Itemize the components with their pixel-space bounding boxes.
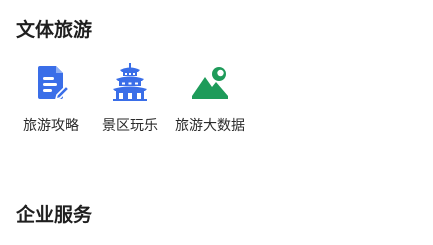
travel-guide-tile[interactable]: 旅游攻略 [11,60,91,135]
tourism-big-data-tile[interactable]: 旅游大数据 [170,60,250,135]
pagoda-landmark-icon [113,63,147,101]
tourism-big-data-label: 旅游大数据 [175,118,245,134]
travel-guide-document-icon [38,66,70,100]
culture-tourism-grid: 旅游攻略 景区玩乐 旅游大数据 [0,60,433,170]
travel-guide-label: 旅游攻略 [23,118,79,134]
section-title-culture-tourism: 文体旅游 [16,19,93,41]
scenic-fun-label: 景区玩乐 [102,118,158,134]
mountain-sun-icon [192,67,228,99]
section-title-enterprise-services: 企业服务 [16,204,93,226]
scenic-fun-tile[interactable]: 景区玩乐 [90,60,170,135]
